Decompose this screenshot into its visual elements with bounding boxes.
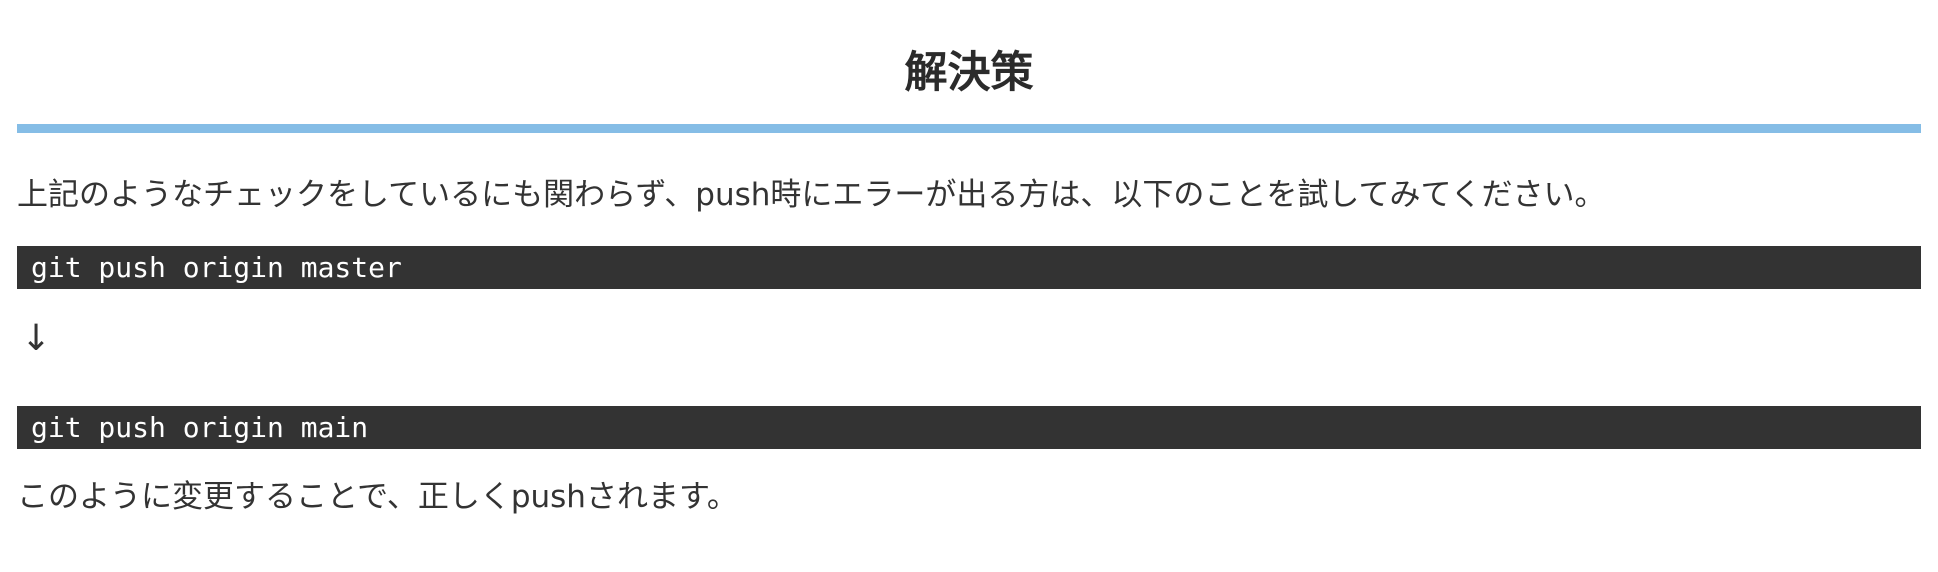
heading-underline — [17, 124, 1921, 133]
code-block-before: git push origin master — [17, 246, 1921, 289]
conclusion-paragraph: このように変更することで、正しくpushされます。 — [17, 479, 738, 515]
section-heading: 解決策 — [904, 48, 1034, 98]
intro-paragraph: 上記のようなチェックをしているにも関わらず、push時にエラーが出る方は、以下の… — [17, 177, 1606, 213]
code-block-after: git push origin main — [17, 406, 1921, 449]
down-arrow-icon: ↓ — [21, 318, 52, 359]
article-section: 解決策 上記のようなチェックをしているにも関わらず、push時にエラーが出る方は… — [17, 0, 1921, 519]
